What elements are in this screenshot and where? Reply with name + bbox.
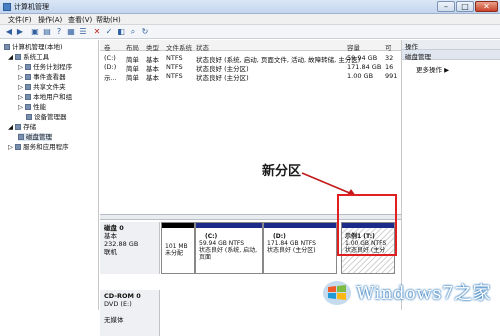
- shared-folder-icon: [25, 84, 32, 90]
- toolbar: ◀ ▶ ▣ ▤ ? ▦ ☰ ✕ ✓ ◧ ⌕ ↻: [0, 25, 500, 39]
- disk-0-size: 232.88 GB: [104, 240, 139, 248]
- tree-item-performance[interactable]: ▷ 性能: [18, 103, 46, 111]
- actions-title: 操作: [402, 40, 500, 51]
- title-bar: 计算机管理 – □ ✕: [0, 0, 500, 14]
- actions-pane: 操作 磁盘管理 更多操作 ▶: [401, 40, 500, 310]
- menu-view[interactable]: 查看(V): [68, 15, 92, 25]
- open-icon[interactable]: ◧: [116, 27, 126, 37]
- cdrom-media: 无媒体: [104, 316, 124, 324]
- menu-action[interactable]: 操作(A): [38, 15, 62, 25]
- watermark-text: Windows7之家: [356, 283, 491, 304]
- table-row[interactable]: (C:) 简单 基本 NTFS 状态良好 (系统, 启动, 页面文件, 活动, …: [100, 53, 401, 64]
- services-icon: [15, 144, 22, 150]
- tree-item-device-manager[interactable]: 设备管理器: [26, 113, 67, 121]
- collapsed-icon[interactable]: ▷: [18, 63, 25, 71]
- collapsed-icon[interactable]: ▷: [18, 83, 25, 91]
- device-manager-icon: [26, 114, 32, 120]
- windows-flag-icon: [323, 281, 351, 305]
- tree-item-event-viewer[interactable]: ▷ 事件查看器: [18, 73, 66, 81]
- col-filesystem[interactable]: 文件系统: [166, 42, 192, 52]
- performance-icon: [25, 104, 32, 110]
- volume-table-header: 卷 布局 类型 文件系统 状态 容量 可: [100, 40, 401, 52]
- watermark-logo: Windows7之家: [318, 276, 500, 310]
- computer-icon: [4, 44, 10, 50]
- table-row[interactable]: 示... 简单 基本 NTFS 状态良好 (主分区) 1.00 GB 991: [100, 71, 401, 82]
- checkmark-icon[interactable]: ✓: [104, 27, 114, 37]
- close-button[interactable]: ✕: [475, 1, 498, 12]
- disk-0-type: 基本: [104, 232, 117, 240]
- navigation-tree: 计算机管理(本地) ◢ 系统工具 ▷ 任务计划程序 ▷ 事件查看器 ▷ 共享文件…: [2, 40, 99, 310]
- disk-0-info[interactable]: 磁盘 0 基本 232.88 GB 联机: [100, 222, 160, 274]
- help-icon[interactable]: ?: [54, 27, 64, 37]
- partition-c[interactable]: (C:) 59.94 GB NTFS 状态良好 (系统, 启动, 页面: [195, 222, 263, 274]
- maximize-button[interactable]: □: [456, 1, 474, 12]
- table-row[interactable]: (D:) 简单 基本 NTFS 状态良好 (主分区) 171.84 GB 16: [100, 62, 401, 73]
- menu-help[interactable]: 帮助(H): [96, 15, 121, 25]
- disk-0-name: 磁盘 0: [104, 224, 124, 232]
- show-tree-icon[interactable]: ▤: [42, 27, 52, 37]
- tree-item-local-users[interactable]: ▷ 本地用户和组: [18, 93, 72, 101]
- col-type[interactable]: 类型: [146, 42, 159, 52]
- menu-bar: 文件(F) 操作(A) 查看(V) 帮助(H): [0, 14, 500, 25]
- minimize-button[interactable]: –: [437, 1, 455, 12]
- disk-icon: [18, 134, 24, 140]
- collapsed-icon[interactable]: ▷: [18, 73, 25, 81]
- storage-icon: [15, 124, 22, 130]
- refresh-icon[interactable]: ↻: [140, 27, 150, 37]
- partition-d[interactable]: (D:) 171.84 GB NTFS 状态良好 (主分区): [263, 222, 337, 274]
- users-icon: [25, 94, 32, 100]
- col-status[interactable]: 状态: [196, 42, 209, 52]
- new-partition-highlight: [337, 194, 397, 256]
- collapsed-icon[interactable]: ▷: [8, 143, 15, 151]
- cdrom-drive: DVD (E:): [104, 300, 132, 308]
- cdrom-0-info[interactable]: CD-ROM 0 DVD (E:) 无媒体: [100, 290, 160, 336]
- search-icon[interactable]: ⌕: [128, 27, 138, 37]
- computer-management-icon: [3, 3, 11, 11]
- console-icon[interactable]: ▦: [66, 27, 76, 37]
- task-scheduler-icon: [25, 64, 32, 70]
- tree-item-disk-management[interactable]: 磁盘管理: [18, 133, 52, 141]
- tree-item-storage[interactable]: ◢ 存储: [8, 123, 36, 131]
- tree-item-services[interactable]: ▷ 服务和应用程序: [8, 143, 69, 151]
- event-viewer-icon: [25, 74, 32, 80]
- col-free[interactable]: 可: [385, 42, 392, 52]
- up-folder-icon[interactable]: ▣: [30, 27, 40, 37]
- cdrom-name: CD-ROM 0: [104, 292, 141, 300]
- partition-unallocated[interactable]: 101 MB 未分配: [161, 222, 195, 274]
- back-icon[interactable]: ◀: [4, 27, 14, 37]
- col-volume[interactable]: 卷: [104, 42, 111, 52]
- expand-icon[interactable]: ◢: [8, 123, 15, 131]
- col-layout[interactable]: 布局: [126, 42, 139, 52]
- col-capacity[interactable]: 容量: [347, 42, 360, 52]
- delete-icon[interactable]: ✕: [92, 27, 102, 37]
- forward-icon[interactable]: ▶: [15, 27, 25, 37]
- annotation-label: 新分区: [262, 164, 302, 179]
- properties-icon[interactable]: ☰: [78, 27, 88, 37]
- tree-item-task-scheduler[interactable]: ▷ 任务计划程序: [18, 63, 72, 71]
- tree-item-system-tools[interactable]: ◢ 系统工具: [8, 53, 49, 61]
- tools-icon: [15, 54, 22, 60]
- disk-0-state: 联机: [104, 248, 117, 256]
- menu-file[interactable]: 文件(F): [8, 15, 32, 25]
- tree-item-shared-folders[interactable]: ▷ 共享文件夹: [18, 83, 66, 91]
- more-actions-link[interactable]: 更多操作 ▶: [416, 64, 449, 74]
- collapsed-icon[interactable]: ▷: [18, 93, 25, 101]
- collapsed-icon[interactable]: ▷: [18, 103, 25, 111]
- window-title: 计算机管理: [14, 3, 49, 11]
- actions-section-disk-management[interactable]: 磁盘管理: [402, 50, 500, 61]
- expand-icon[interactable]: ◢: [8, 53, 15, 61]
- tree-item-computer-management[interactable]: 计算机管理(本地): [4, 43, 63, 51]
